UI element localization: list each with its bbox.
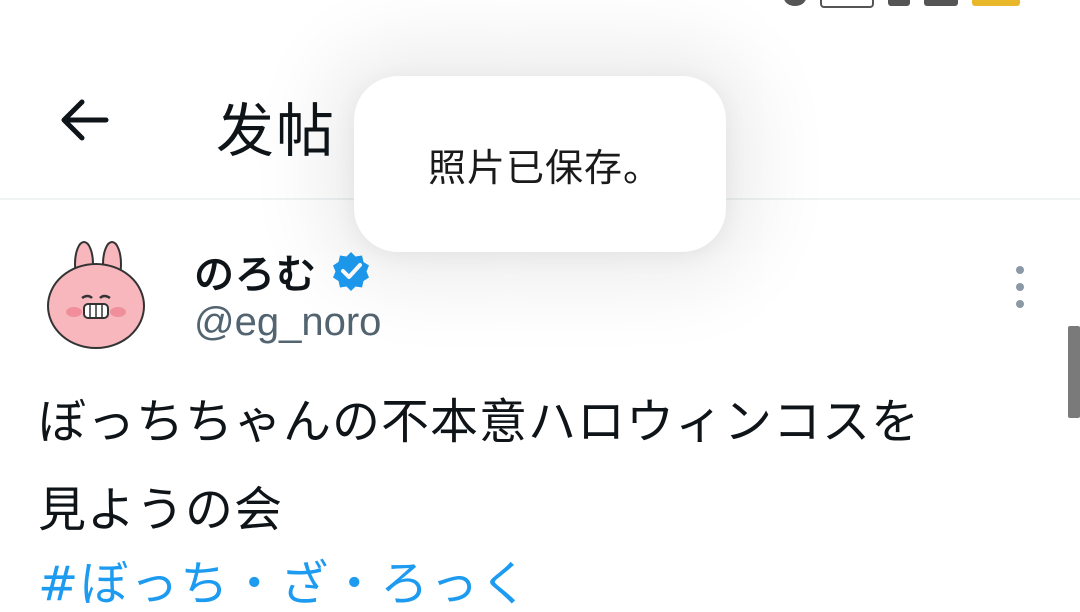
tweet: のろむ @eg_noro ぼっちちゃんの不本意ハロウィンコスを 見ようの会 #ぼ… (0, 200, 1080, 612)
avatar[interactable] (44, 240, 148, 352)
rabbit-avatar-icon (47, 241, 145, 349)
status-icons (784, 0, 1020, 8)
signal-icon (888, 0, 910, 6)
saved-toast: 照片已保存。 (354, 76, 726, 252)
verified-badge-icon (333, 252, 369, 291)
tweet-text-line: 見ようの会 (38, 482, 284, 538)
tweet-text: ぼっちちゃんの不本意ハロウィンコスを 見ようの会 (38, 378, 1038, 554)
more-options-button[interactable] (1000, 262, 1040, 312)
author-name-row[interactable]: のろむ (194, 242, 371, 300)
arrow-left-icon (61, 99, 109, 141)
author-handle[interactable]: @eg_noro (194, 300, 381, 345)
more-vertical-icon-dot (1016, 300, 1024, 308)
wifi-icon (924, 0, 958, 6)
back-button[interactable] (52, 88, 116, 152)
more-vertical-icon (1016, 266, 1024, 274)
status-dot-icon (784, 0, 806, 6)
tweet-text-line: ぼっちちゃんの不本意ハロウィンコスを (38, 394, 921, 450)
toast-message: 照片已保存。 (427, 145, 662, 190)
page-title: 发帖 (216, 97, 337, 165)
status-bar (0, 0, 1080, 10)
author-display-name[interactable]: のろむ (194, 242, 317, 300)
hashtag-link[interactable]: #ぼっち・ざ・ろっく (38, 544, 530, 612)
scrollbar[interactable] (1068, 326, 1080, 418)
battery-outline-icon (820, 0, 874, 8)
battery-icon (972, 0, 1020, 6)
more-vertical-icon-dot (1016, 283, 1024, 291)
